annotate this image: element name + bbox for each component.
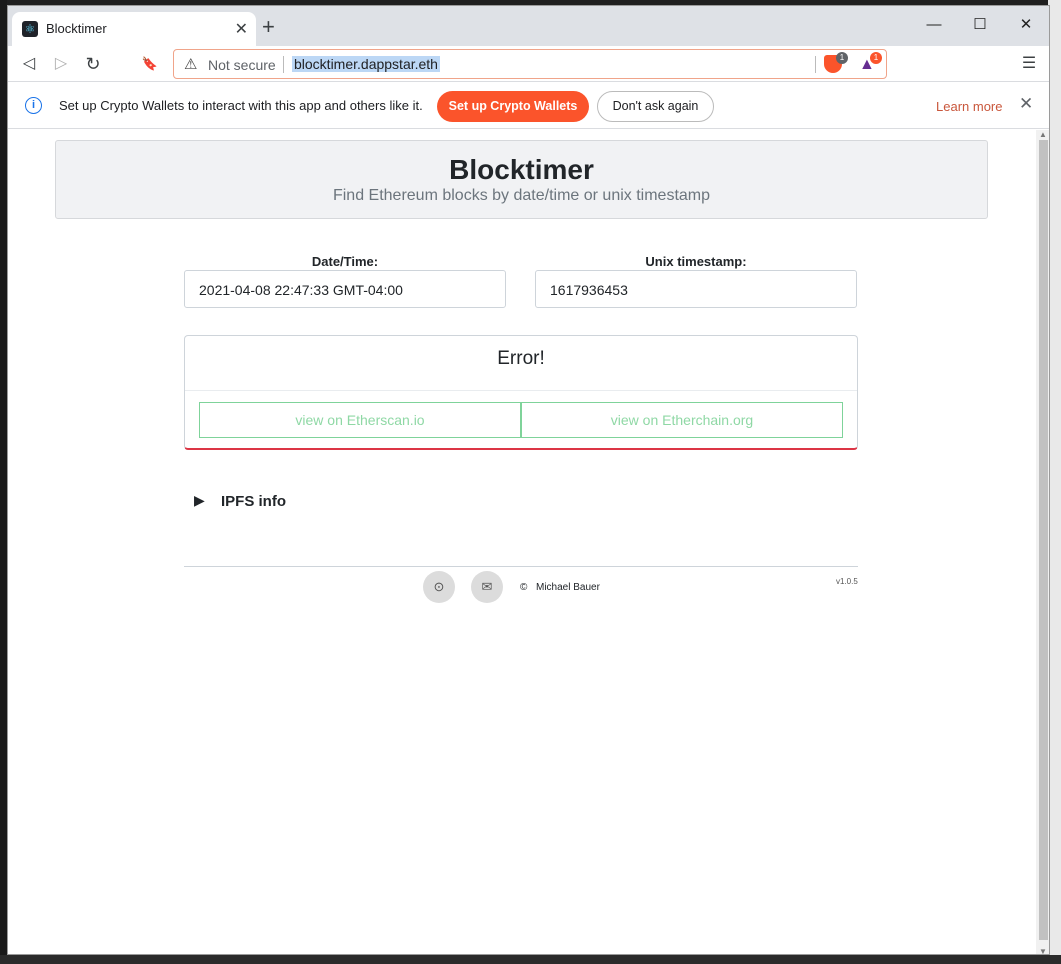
setup-crypto-wallets-button[interactable]: Set up Crypto Wallets — [437, 91, 589, 122]
datetime-label: Date/Time: — [311, 254, 379, 269]
ipfs-disclosure-caret-icon[interactable]: ▶ — [194, 492, 205, 509]
desktop-background-left — [0, 0, 7, 964]
bookmark-button[interactable]: 🔖 — [137, 52, 163, 76]
version-label: v1.0.5 — [836, 577, 858, 586]
minimize-button[interactable]: — — [911, 10, 957, 40]
info-icon: i — [25, 97, 42, 114]
page-title: Blocktimer — [449, 154, 594, 185]
shield-count-badge: 1 — [836, 52, 848, 64]
dont-ask-again-button[interactable]: Don't ask again — [597, 91, 714, 122]
infobar-message: Set up Crypto Wallets to interact with t… — [59, 98, 423, 113]
page-subtitle: Find Ethereum blocks by date/time or uni… — [332, 187, 711, 204]
etherscan-link-button[interactable]: view on Etherscan.io — [199, 402, 521, 438]
browser-window: ⚛ Blocktimer ✕ + — ☐ ✕ ◁ ▷ ↻ 🔖 ⚠ Not sec… — [7, 5, 1050, 955]
explorer-links: view on Etherscan.io view on Etherchain.… — [199, 402, 843, 438]
header-jumbotron: Blocktimer Find Ethereum blocks by date/… — [55, 140, 988, 219]
react-favicon-icon: ⚛ — [22, 21, 38, 37]
security-label[interactable]: Not secure — [208, 57, 276, 73]
tab-blocktimer[interactable]: ⚛ Blocktimer ✕ — [12, 12, 256, 46]
author-name: Michael Bauer — [536, 582, 600, 593]
datetime-input[interactable]: 2021-04-08 22:47:33 GMT-04:00 — [184, 270, 506, 308]
page-scrollbar[interactable]: ▲ ▼ — [1036, 130, 1049, 954]
scroll-down-icon[interactable]: ▼ — [1039, 947, 1047, 954]
tab-title: Blocktimer — [46, 21, 107, 36]
result-card: Error! view on Etherscan.io view on Ethe… — [184, 335, 858, 450]
infobar-close-icon[interactable]: ✕ — [1019, 94, 1033, 114]
result-heading: Error! — [185, 336, 857, 391]
warning-icon[interactable]: ⚠ — [184, 55, 197, 73]
address-divider-right — [815, 56, 816, 73]
footer-divider — [184, 566, 858, 567]
copyright-icon: © — [520, 582, 528, 593]
browser-menu-button[interactable]: ☰ — [1016, 52, 1042, 76]
mail-icon[interactable]: ✉ — [471, 571, 503, 603]
forward-button[interactable]: ▷ — [48, 52, 74, 76]
tab-close-icon[interactable]: ✕ — [235, 19, 248, 39]
close-window-button[interactable]: ✕ — [1003, 10, 1049, 40]
learn-more-link[interactable]: Learn more — [936, 99, 1002, 114]
reload-button[interactable]: ↻ — [80, 52, 106, 76]
maximize-button[interactable]: ☐ — [957, 10, 1003, 40]
address-bar[interactable]: ⚠ Not secure blocktimer.dappstar.eth 1 ▲… — [173, 49, 887, 79]
back-button[interactable]: ◁ — [16, 52, 42, 76]
address-divider — [283, 56, 284, 73]
github-icon[interactable]: ⊙ — [423, 571, 455, 603]
scroll-thumb[interactable] — [1039, 140, 1048, 940]
url-text[interactable]: blocktimer.dappstar.eth — [292, 56, 440, 72]
crypto-wallets-infobar: i Set up Crypto Wallets to interact with… — [8, 83, 1049, 129]
new-tab-button[interactable]: + — [262, 14, 275, 40]
unix-timestamp-label: Unix timestamp: — [645, 254, 747, 269]
desktop-taskbar-edge — [0, 955, 1061, 964]
unix-timestamp-input[interactable]: 1617936453 — [535, 270, 857, 308]
ipfs-info-summary[interactable]: IPFS info — [221, 493, 286, 510]
browser-toolbar: ◁ ▷ ↻ 🔖 ⚠ Not secure blocktimer.dappstar… — [8, 46, 1049, 82]
rewards-count-badge: 1 — [870, 52, 882, 64]
scroll-up-icon[interactable]: ▲ — [1039, 130, 1047, 139]
tab-strip: ⚛ Blocktimer ✕ + — ☐ ✕ — [8, 6, 1049, 46]
page-viewport: Blocktimer Find Ethereum blocks by date/… — [8, 130, 1036, 954]
etherchain-link-button[interactable]: view on Etherchain.org — [521, 402, 843, 438]
